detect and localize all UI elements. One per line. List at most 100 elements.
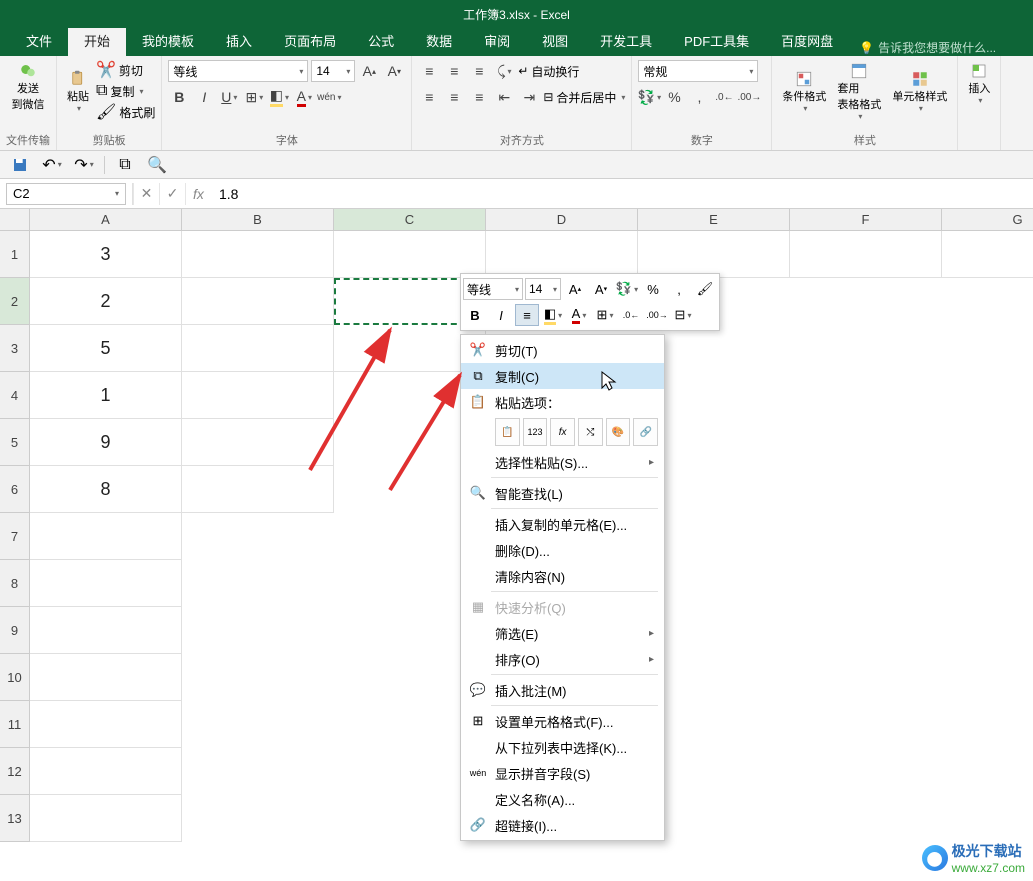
align-middle-button[interactable]: ≡ <box>443 60 465 82</box>
row-header-9[interactable]: 9 <box>0 607 30 654</box>
save-button[interactable] <box>8 153 32 177</box>
decrease-decimal-button[interactable]: .00→ <box>738 86 760 108</box>
cell-B2[interactable] <box>182 278 334 325</box>
cm-hyperlink[interactable]: 🔗 超链接(I)... <box>461 812 664 838</box>
row-header-12[interactable]: 12 <box>0 748 30 795</box>
cell-E1[interactable] <box>638 231 790 278</box>
cm-cut[interactable]: ✂️ 剪切(T) <box>461 337 664 363</box>
cell-styles-button[interactable]: 单元格样式▾ <box>888 68 951 115</box>
paste-opt-formatting[interactable]: 🎨 <box>606 418 631 446</box>
mini-border[interactable]: ⊞▾ <box>593 304 617 326</box>
cancel-button[interactable]: ✕ <box>133 183 159 205</box>
formula-input[interactable]: 1.8 <box>211 183 1033 205</box>
cell-A8[interactable] <box>30 560 182 607</box>
mini-decrease-font[interactable]: A▾ <box>589 278 613 300</box>
merge-center-button[interactable]: ⊟合并后居中▾ <box>543 89 625 106</box>
copy-button[interactable]: ⧉复制▾ <box>96 82 155 100</box>
col-header-D[interactable]: D <box>486 209 638 231</box>
col-header-A[interactable]: A <box>30 209 182 231</box>
cell-A7[interactable] <box>30 513 182 560</box>
paste-button[interactable]: 粘贴▾ <box>63 68 93 115</box>
cell-A3[interactable]: 5 <box>30 325 182 372</box>
mini-bold[interactable]: B <box>463 304 487 326</box>
align-left-button[interactable]: ≡ <box>418 86 440 108</box>
mini-italic[interactable]: I <box>489 304 513 326</box>
font-size-combo[interactable]: 14▾ <box>311 60 355 82</box>
mini-format-painter[interactable]: 🖌 <box>693 278 717 300</box>
row-header-3[interactable]: 3 <box>0 325 30 372</box>
accounting-format-button[interactable]: 💱▾ <box>638 86 660 108</box>
mini-merge[interactable]: ⊟▾ <box>671 304 695 326</box>
row-header-13[interactable]: 13 <box>0 795 30 842</box>
cell-B3[interactable] <box>182 325 334 372</box>
mini-font-combo[interactable]: 等线▾ <box>463 278 523 300</box>
row-header-11[interactable]: 11 <box>0 701 30 748</box>
align-top-button[interactable]: ≡ <box>418 60 440 82</box>
cell-A13[interactable] <box>30 795 182 842</box>
cell-A4[interactable]: 1 <box>30 372 182 419</box>
align-center-button[interactable]: ≡ <box>443 86 465 108</box>
mini-size-combo[interactable]: 14▾ <box>525 278 561 300</box>
cell-B1[interactable] <box>182 231 334 278</box>
comma-format-button[interactable]: , <box>688 86 710 108</box>
tab-pdftools[interactable]: PDF工具集 <box>668 25 765 56</box>
cell-G1[interactable] <box>942 231 1033 278</box>
underline-button[interactable]: U▾ <box>218 86 240 108</box>
tab-view[interactable]: 视图 <box>526 25 584 56</box>
tab-review[interactable]: 审阅 <box>468 25 526 56</box>
paste-opt-link[interactable]: 🔗 <box>633 418 658 446</box>
percent-format-button[interactable]: % <box>663 86 685 108</box>
cell-A5[interactable]: 9 <box>30 419 182 466</box>
col-header-F[interactable]: F <box>790 209 942 231</box>
cm-pick-from-list[interactable]: 从下拉列表中选择(K)... <box>461 734 664 760</box>
col-header-E[interactable]: E <box>638 209 790 231</box>
paste-opt-values[interactable]: 123 <box>523 418 548 446</box>
tab-pagelayout[interactable]: 页面布局 <box>268 25 352 56</box>
mini-align-center[interactable]: ≡ <box>515 304 539 326</box>
mini-increase-font[interactable]: A▴ <box>563 278 587 300</box>
row-header-10[interactable]: 10 <box>0 654 30 701</box>
wrap-text-button[interactable]: ↵自动换行 <box>518 63 579 80</box>
tab-file[interactable]: 文件 <box>10 25 68 56</box>
row-header-4[interactable]: 4 <box>0 372 30 419</box>
decrease-font-button[interactable]: A▾ <box>383 60 405 82</box>
cell-B4[interactable] <box>182 372 334 419</box>
qat-btn-extra2[interactable]: 🔍 <box>145 153 169 177</box>
row-header-2[interactable]: 2 <box>0 278 30 325</box>
insert-button[interactable]: 插入▾ <box>964 60 994 107</box>
cm-smart-lookup[interactable]: 🔍 智能查找(L) <box>461 480 664 506</box>
cell-B6[interactable] <box>182 466 334 513</box>
col-header-B[interactable]: B <box>182 209 334 231</box>
fill-color-button[interactable]: ◧▾ <box>268 86 290 108</box>
paste-opt-transpose[interactable]: ⤭ <box>578 418 603 446</box>
border-button[interactable]: ⊞▾ <box>243 86 265 108</box>
decrease-indent-button[interactable]: ⇤ <box>493 86 515 108</box>
cell-A12[interactable] <box>30 748 182 795</box>
name-box[interactable]: C2▾ <box>6 183 126 205</box>
conditional-format-button[interactable]: 条件格式▾ <box>778 68 830 115</box>
increase-font-button[interactable]: A▴ <box>358 60 380 82</box>
cm-sort[interactable]: 排序(O) ▸ <box>461 646 664 672</box>
increase-decimal-button[interactable]: .0← <box>713 86 735 108</box>
cut-button[interactable]: ✂️剪切 <box>96 60 155 80</box>
cell-D1[interactable] <box>486 231 638 278</box>
orientation-button[interactable]: ⤹▾ <box>493 60 515 82</box>
tab-baidu[interactable]: 百度网盘 <box>765 25 849 56</box>
cm-show-pinyin[interactable]: wén 显示拼音字段(S) <box>461 760 664 786</box>
paste-opt-formulas[interactable]: fx <box>550 418 575 446</box>
undo-button[interactable]: ↶▾ <box>40 153 64 177</box>
increase-indent-button[interactable]: ⇥ <box>518 86 540 108</box>
cell-A10[interactable] <box>30 654 182 701</box>
align-right-button[interactable]: ≡ <box>468 86 490 108</box>
cm-filter[interactable]: 筛选(E) ▸ <box>461 620 664 646</box>
bold-button[interactable]: B <box>168 86 190 108</box>
tab-home[interactable]: 开始 <box>68 25 126 56</box>
mini-accounting-format[interactable]: 💱▾ <box>615 278 639 300</box>
tab-developer[interactable]: 开发工具 <box>584 25 668 56</box>
enter-button[interactable]: ✓ <box>159 183 185 205</box>
mini-decrease-decimal[interactable]: .00→ <box>645 304 669 326</box>
cell-F1[interactable] <box>790 231 942 278</box>
cm-copy[interactable]: ⧉ 复制(C) <box>461 363 664 389</box>
col-header-C[interactable]: C <box>334 209 486 231</box>
qat-btn-extra1[interactable]: ⧉ <box>113 153 137 177</box>
